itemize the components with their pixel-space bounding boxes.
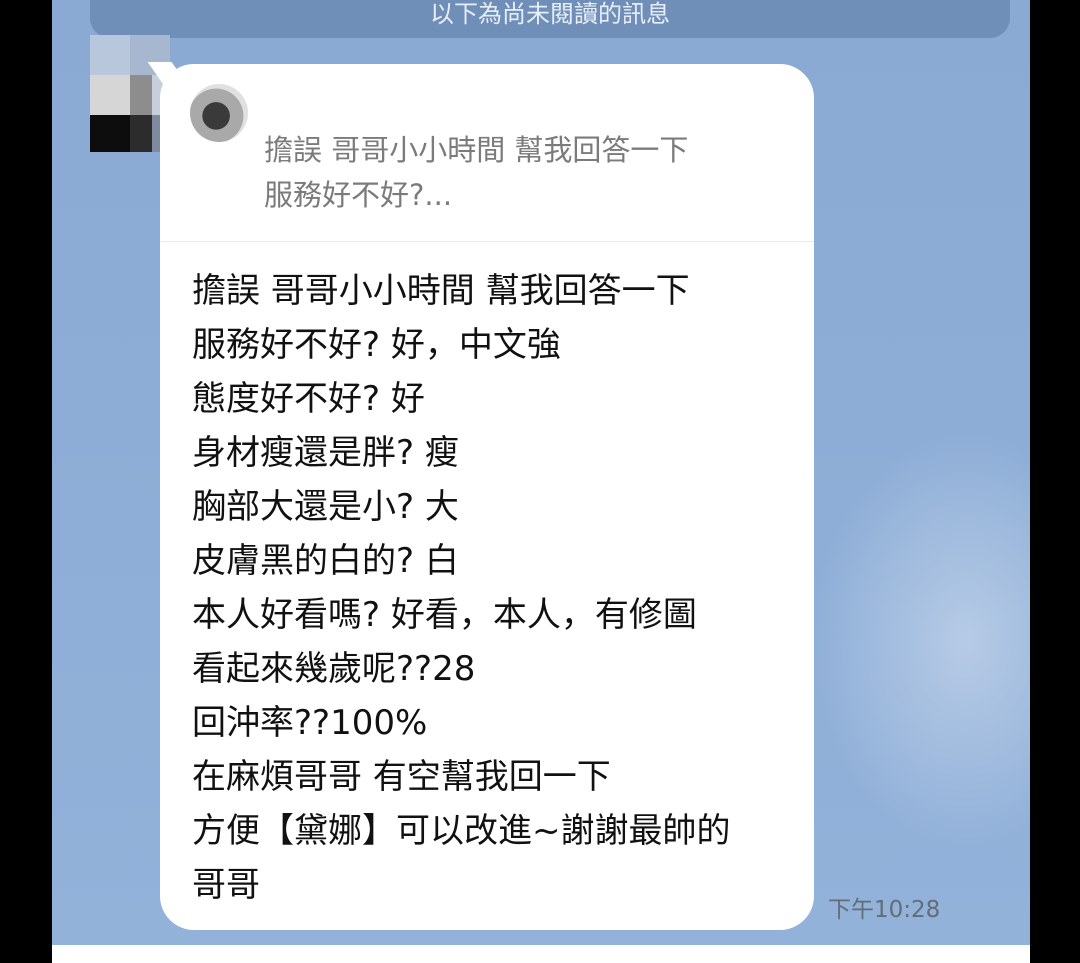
unread-messages-banner: 以下為尚未閱讀的訊息: [90, 0, 1010, 38]
reply-quote[interactable]: 擔誤 哥哥小小時間 幫我回答一下 服務好不好?...: [160, 64, 814, 242]
background-cloud: [810, 430, 1030, 850]
message-line: 方便【黛娜】可以改進~謝謝最帥的: [192, 811, 731, 851]
message-text: 擔誤 哥哥小小時間 幫我回答一下 服務好不好? 好，中文強 態度好不好? 好 身…: [192, 264, 802, 912]
message-line: 看起來幾歲呢??28: [192, 649, 476, 689]
message-line: 本人好看嗎? 好看，本人，有修圖: [192, 595, 697, 635]
chat-room: 以下為尚未閱讀的訊息 擔誤 哥哥小小時間 幫我回答一下 服務好不好?... 擔誤…: [52, 0, 1030, 963]
quote-preview: 擔誤 哥哥小小時間 幫我回答一下 服務好不好?...: [264, 128, 794, 218]
message-line: 胸部大還是小? 大: [192, 487, 459, 527]
message-bubble[interactable]: 擔誤 哥哥小小時間 幫我回答一下 服務好不好?... 擔誤 哥哥小小時間 幫我回…: [160, 64, 814, 930]
message-line: 哥哥: [192, 865, 260, 905]
quote-sender-name: [270, 78, 390, 98]
message-line: 服務好不好? 好，中文強: [192, 325, 561, 365]
message-line: 身材瘦還是胖? 瘦: [192, 433, 459, 473]
message-line: 在麻煩哥哥 有空幫我回一下: [192, 757, 611, 797]
message-line: 擔誤 哥哥小小時間 幫我回答一下: [192, 271, 690, 311]
message-line: 皮膚黑的白的? 白: [192, 541, 459, 581]
input-bar-edge: [52, 945, 1030, 963]
message-line: 回沖率??100%: [192, 703, 428, 743]
message-time: 下午10:28: [828, 897, 941, 923]
quote-avatar: [190, 84, 248, 142]
quote-preview-line: 擔誤 哥哥小小時間 幫我回答一下: [264, 133, 689, 167]
quote-preview-line: 服務好不好?...: [264, 178, 453, 212]
message-line: 態度好不好? 好: [192, 379, 425, 419]
sender-avatar[interactable]: [90, 35, 176, 155]
